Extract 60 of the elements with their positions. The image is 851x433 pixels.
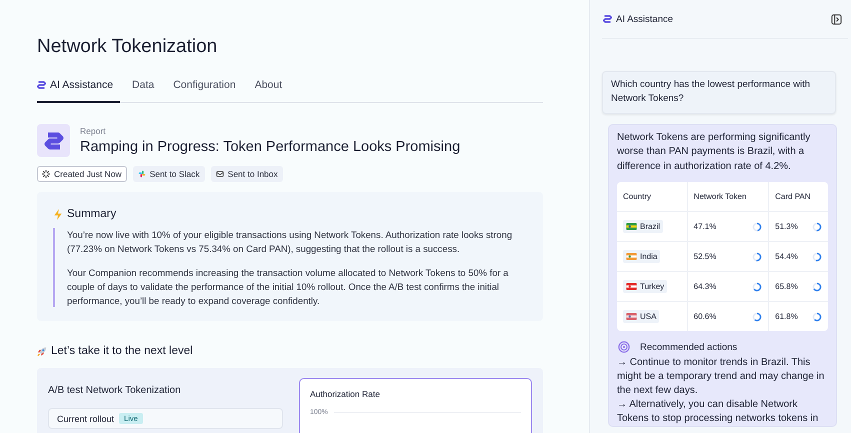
table-cell: 54.4% (775, 252, 798, 261)
status-tag: Sent to Slack (132, 166, 205, 182)
table-cell: 47.1% (694, 222, 716, 231)
action-text: → Alternatively, you can disable Network Tokens to stop processing networks tokens in (617, 398, 820, 426)
progress-ring (752, 252, 762, 262)
rocket-icon (37, 346, 47, 357)
column-header: Network Token (687, 182, 769, 212)
report-logo-icon (37, 124, 70, 157)
status-tag: Sent to Inbox (210, 166, 283, 182)
section-heading: Let’s take it to the next level (51, 345, 193, 358)
target-icon (618, 341, 630, 353)
summary-paragraph: Your Companion recommends increasing the transaction volume allocated to Network Tokens to 50% for a couple of days to validate the performance of the initial 10% rollout. Once the A/B test confirms the initial performance, you’ll be ready to expand coverage confidently. (67, 266, 510, 308)
report-label: Report (80, 126, 107, 136)
report-title: Ramping in Progress: Token Performance Looks Promising (80, 139, 460, 155)
summary-heading: Summary (67, 208, 116, 220)
progress-ring (752, 222, 762, 232)
page-title: Network Tokenization (37, 36, 218, 58)
column-header: Country (617, 182, 688, 212)
country-chip: India (623, 250, 660, 263)
table-cell: 52.5% (694, 252, 716, 261)
progress-ring (812, 282, 822, 292)
column-header: Card PAN (768, 182, 828, 212)
lightning-icon (53, 208, 63, 220)
table-cell: 60.6% (694, 312, 716, 321)
country-chip: Turkey (623, 280, 668, 293)
progress-ring (812, 252, 822, 262)
status-tag: Created Just Now (37, 166, 127, 182)
summary-paragraph: You’re now live with 10% of your eligible transactions using Network Tokens. Authorization rate looks strong (77.23% on Network Tokens vs 75.34% on Card PAN), suggesting that the rollout is a success. (67, 228, 514, 256)
user-message: Which country has the lowest performance with Network Tokens? (602, 71, 836, 114)
progress-ring (752, 282, 762, 292)
assistant-answer: Network Tokens are performing significantly worse than PAN payments is Brazil, with a difference in authorization rate of 4.2%. (617, 130, 812, 174)
flag-icon (626, 253, 637, 260)
table-cell: 65.8% (775, 282, 798, 291)
mail-icon (216, 170, 224, 178)
flag-icon (626, 283, 637, 290)
chat-logo-icon (138, 170, 146, 178)
panel-title: AI Assistance (616, 14, 674, 24)
tab[interactable]: Data (132, 79, 162, 103)
chart-title: Authorization Rate (310, 389, 381, 400)
rollout-label: Current rollout (57, 414, 114, 424)
progress-ring (812, 312, 822, 322)
progress-ring (752, 312, 762, 322)
table-cell: 64.3% (694, 282, 716, 291)
actions-heading: Recommended actions (640, 342, 738, 352)
sparkle-icon (42, 170, 50, 178)
tab[interactable]: AI Assistance (37, 79, 120, 103)
logo-icon (37, 81, 46, 89)
card-title: A/B test Network Tokenization (48, 385, 182, 396)
tab[interactable]: About (254, 79, 290, 103)
country-chip: USA (623, 310, 660, 323)
flag-icon (626, 313, 637, 320)
sidebar-toggle-icon[interactable] (831, 14, 842, 24)
logo-icon (603, 15, 612, 23)
tab[interactable]: Configuration (173, 79, 243, 103)
table-cell: 61.8% (775, 312, 798, 321)
country-chip: Brazil (623, 220, 664, 233)
table-cell: 51.3% (775, 222, 798, 231)
action-text: → Continue to monitor trends in Brazil. This might be a temporary trend and may change in the next few days. (617, 356, 826, 398)
flag-icon (626, 223, 637, 230)
progress-ring (812, 222, 822, 232)
